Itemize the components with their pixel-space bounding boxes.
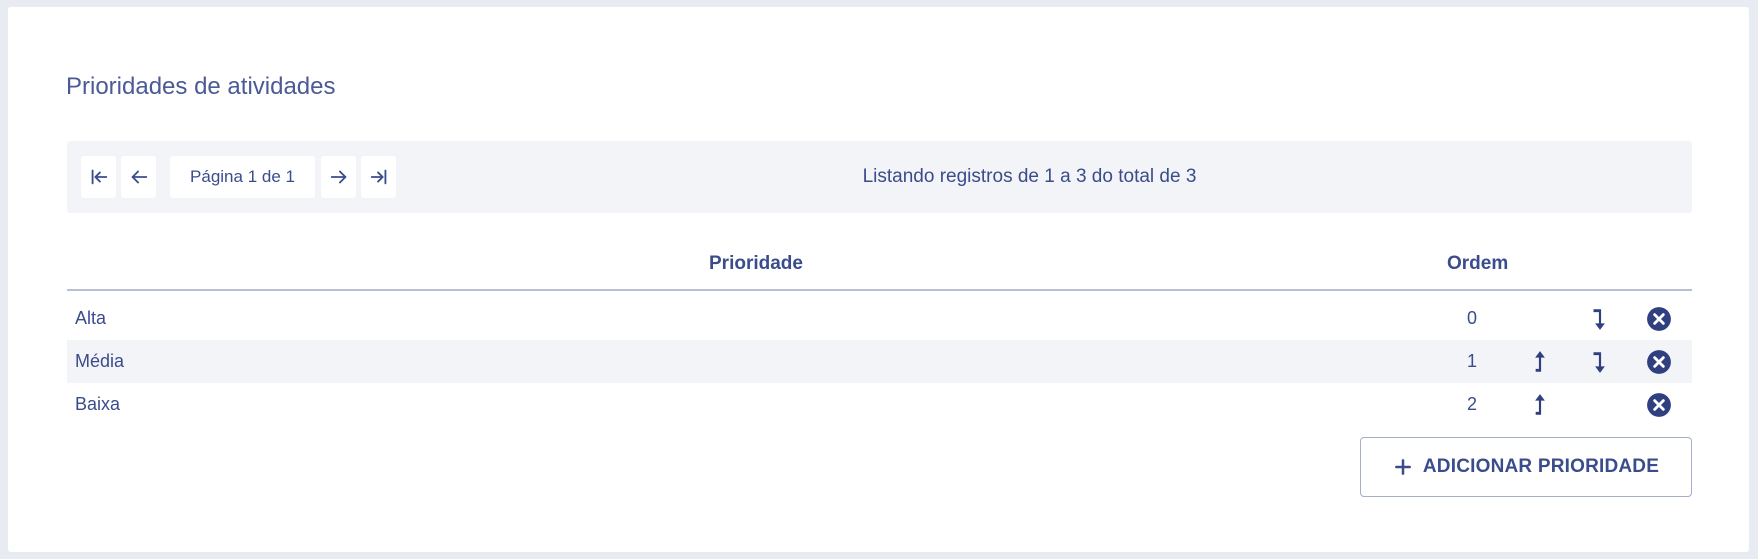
table-header: Prioridade Ordem (67, 243, 1692, 291)
table-row: Média 1 (67, 340, 1692, 383)
page-title: Prioridades de atividades (66, 73, 336, 100)
priority-order: 0 (1466, 308, 1477, 328)
move-up-icon (1535, 351, 1545, 372)
add-priority-button[interactable]: ADICIONAR PRIORIDADE (1360, 437, 1692, 497)
page-indicator: Página 1 de 1 (170, 156, 315, 198)
remove-button[interactable] (1645, 391, 1673, 419)
remove-circle-icon (1647, 350, 1671, 374)
remove-circle-icon (1647, 307, 1671, 331)
listing-summary: Listando registros de 1 a 3 do total de … (862, 166, 1197, 187)
content-card: Prioridades de atividades Página 1 de 1 … (8, 7, 1749, 552)
priority-name: Média (75, 351, 125, 371)
move-down-icon (1593, 309, 1605, 330)
first-page-icon (91, 169, 107, 185)
priority-order: 2 (1466, 394, 1477, 414)
arrow-left-icon (131, 170, 147, 184)
move-up-icon (1535, 394, 1545, 415)
move-up-button[interactable] (1526, 348, 1554, 376)
table-row: Alta 0 (67, 297, 1692, 340)
add-priority-label: ADICIONAR PRIORIDADE (1422, 456, 1660, 477)
remove-button[interactable] (1645, 348, 1673, 376)
move-down-button[interactable] (1586, 305, 1614, 333)
priority-order: 1 (1466, 351, 1477, 371)
column-header-order[interactable]: Ordem (1447, 253, 1508, 275)
move-down-icon (1593, 352, 1605, 373)
remove-button[interactable] (1645, 305, 1673, 333)
next-page-button[interactable] (321, 156, 356, 198)
table-row: Baixa 2 (67, 383, 1692, 426)
pagination-bar: Página 1 de 1 Listando registros de 1 a … (67, 141, 1692, 213)
column-header-priority[interactable]: Prioridade (709, 253, 803, 275)
arrow-right-icon (330, 170, 346, 184)
remove-circle-icon (1647, 393, 1671, 417)
first-page-button[interactable] (81, 156, 116, 198)
move-up-button[interactable] (1526, 391, 1554, 419)
move-down-button[interactable] (1586, 348, 1614, 376)
previous-page-button[interactable] (121, 156, 156, 198)
priority-name: Alta (75, 308, 107, 328)
priority-name: Baixa (75, 394, 121, 414)
plus-icon (1394, 459, 1411, 475)
